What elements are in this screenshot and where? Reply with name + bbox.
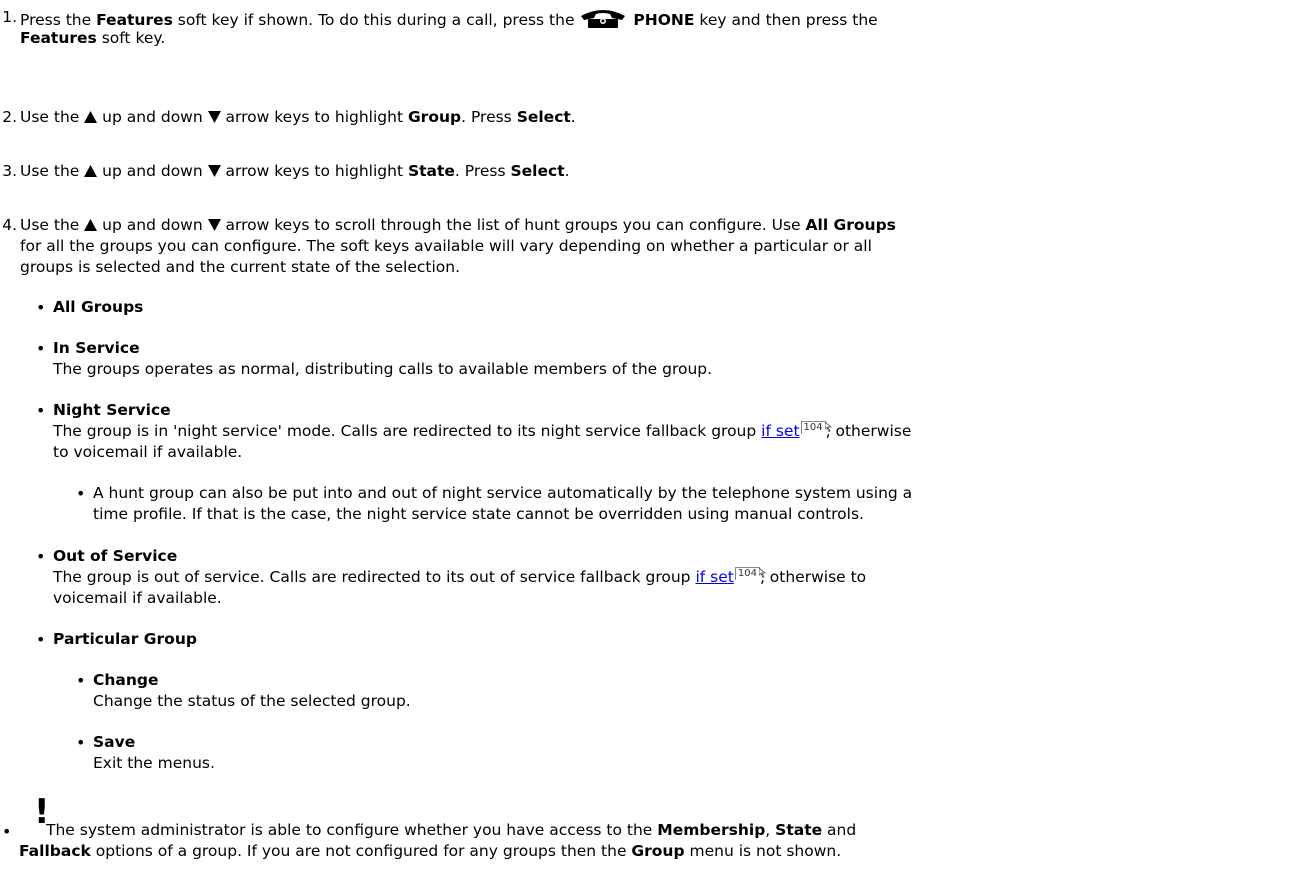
step-number: 3. xyxy=(2,162,17,180)
bullet-dot: • xyxy=(36,630,46,649)
up-arrow-icon xyxy=(84,162,98,183)
down-arrow-icon xyxy=(207,162,221,183)
oos-fallback-link[interactable]: if set xyxy=(695,568,733,586)
down-arrow-icon xyxy=(207,216,221,237)
page-ref-arrow-icon xyxy=(758,568,766,578)
bullet-dot: • xyxy=(76,733,86,752)
item-particular-group: Particular Group xyxy=(53,630,197,648)
item-change: Change xyxy=(93,671,159,689)
bullet-dot: • xyxy=(76,484,86,503)
step-number: 2. xyxy=(2,108,17,126)
item-night-service: Night Service xyxy=(53,401,171,419)
step-number: 4. xyxy=(2,216,17,234)
page-ref-badge[interactable]: 104 xyxy=(734,567,766,580)
out-of-service-desc: The group is out of service. Calls are r… xyxy=(53,567,867,586)
step-text: Use the up and down arrow keys to scroll… xyxy=(20,215,1282,237)
item-save: Save xyxy=(93,733,136,751)
in-service-desc: The groups operates as normal, distribut… xyxy=(53,360,713,378)
bullet-dot: • xyxy=(36,339,46,358)
bullet-dot: • xyxy=(36,547,46,566)
step-text: Use the up and down arrow keys to highli… xyxy=(20,107,1282,129)
down-arrow-icon xyxy=(207,108,221,129)
bullet-dot: • xyxy=(36,401,46,420)
step-text: Use the up and down arrow keys to highli… xyxy=(20,161,1282,183)
admin-note: The system administrator is able to conf… xyxy=(46,821,857,839)
up-arrow-icon xyxy=(84,216,98,237)
night-fallback-link[interactable]: if set xyxy=(761,422,799,440)
night-sub-note: A hunt group can also be put into and ou… xyxy=(93,484,913,502)
step-number: 1. xyxy=(2,8,17,26)
night-service-desc: The group is in 'night service' mode. Ca… xyxy=(53,421,912,440)
page-ref-badge[interactable]: 104 xyxy=(800,421,832,434)
page-ref-arrow-icon xyxy=(824,422,832,432)
bullet-dot: • xyxy=(2,822,12,841)
bullet-dot: • xyxy=(36,298,46,317)
change-desc: Change the status of the selected group. xyxy=(93,692,411,710)
bullet-dot: • xyxy=(76,671,86,690)
item-in-service: In Service xyxy=(53,339,140,357)
item-all-groups: All Groups xyxy=(53,298,144,316)
up-arrow-icon xyxy=(84,108,98,129)
save-desc: Exit the menus. xyxy=(93,754,215,772)
item-out-of-service: Out of Service xyxy=(53,547,178,565)
